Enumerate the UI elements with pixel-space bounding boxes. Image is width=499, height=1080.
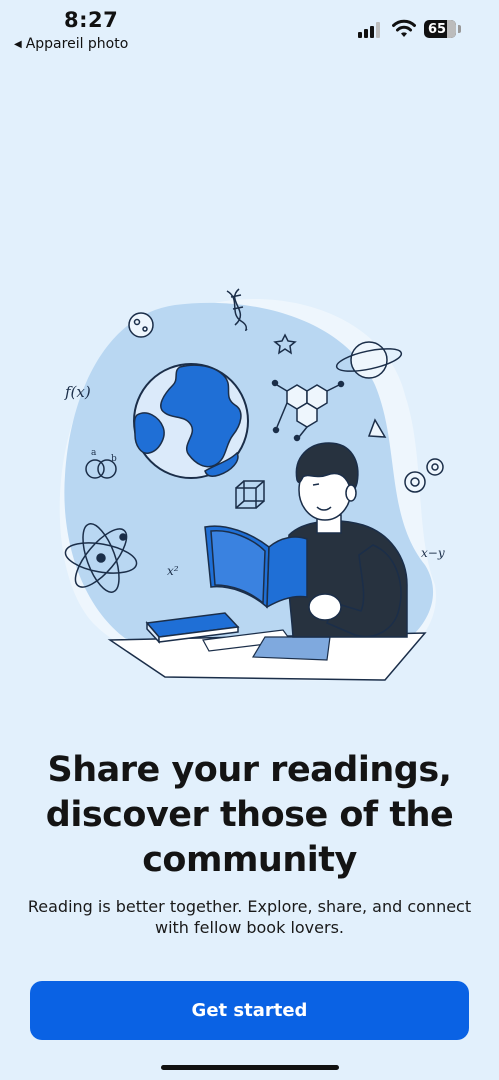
- battery-icon: 65: [424, 20, 456, 38]
- headline-line-1: Share your readings,: [47, 750, 452, 790]
- subtitle-line-2: with fellow book lovers.: [155, 918, 344, 937]
- wifi-icon: [392, 19, 416, 37]
- headline-line-2: discover those of the: [45, 795, 454, 835]
- clock: 8:27: [64, 8, 119, 32]
- fx-label: f(x): [64, 383, 91, 401]
- x-minus-y-label: x−y: [421, 546, 445, 560]
- moon-icon: [128, 312, 154, 338]
- reading-student-illustration: f(x) x² x−y a b: [59, 288, 445, 681]
- venn-a-label: a: [91, 448, 97, 458]
- x-squared-label: x²: [167, 564, 179, 578]
- battery-level: 65: [428, 21, 447, 37]
- blue-notepad: [251, 636, 331, 661]
- home-indicator[interactable]: [161, 1065, 339, 1070]
- back-arrow-icon: ◀: [14, 38, 22, 50]
- battery-empty-segment: [447, 20, 456, 38]
- globe-icon: [133, 363, 249, 479]
- status-bar: 8:27 ◀ Appareil photo 65: [0, 0, 499, 56]
- onboarding-headline: Share your readings, discover those of t…: [20, 748, 479, 883]
- onboarding-subtitle: Reading is better together. Explore, sha…: [20, 896, 479, 938]
- get-started-button[interactable]: Get started: [30, 981, 469, 1040]
- back-to-app-link[interactable]: ◀ Appareil photo: [14, 36, 128, 52]
- back-label: Appareil photo: [25, 36, 129, 52]
- venn-b-label: b: [111, 454, 117, 464]
- subtitle-line-1: Reading is better together. Explore, sha…: [27, 897, 472, 916]
- cellular-signal-icon: [358, 22, 380, 38]
- battery-tip: [458, 25, 461, 33]
- headline-line-3: community: [142, 840, 357, 880]
